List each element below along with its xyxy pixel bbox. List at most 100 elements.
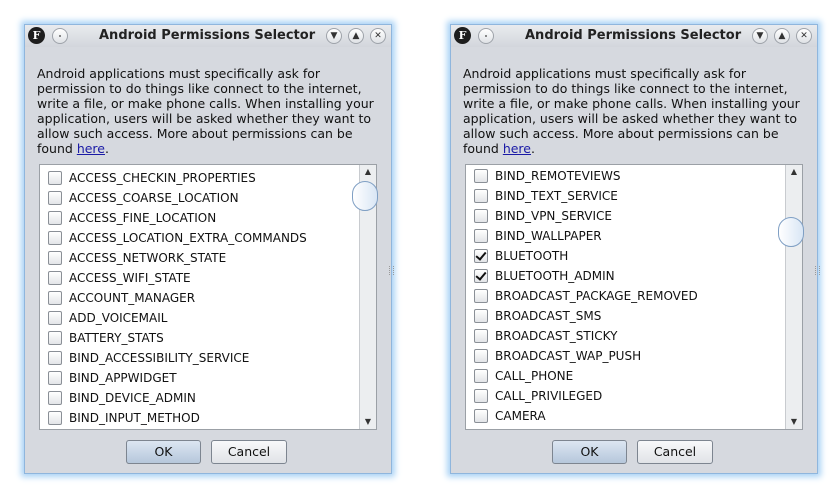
permission-item[interactable]: ACCESS_NETWORK_STATE	[48, 248, 226, 268]
permission-checkbox[interactable]	[48, 211, 62, 225]
permission-item[interactable]: BLUETOOTH_ADMIN	[474, 266, 615, 286]
permission-label: BIND_ACCESSIBILITY_SERVICE	[69, 351, 250, 365]
permission-item[interactable]: ACCESS_CHECKIN_PROPERTIES	[48, 168, 256, 188]
scroll-down-arrow-icon[interactable]: ▼	[360, 415, 376, 429]
scroll-up-arrow-icon[interactable]: ▲	[360, 165, 376, 179]
permission-item[interactable]: CALL_PHONE	[474, 366, 573, 386]
permission-label: BIND_TEXT_SERVICE	[495, 189, 618, 203]
minimize-button[interactable]: ▼	[326, 28, 342, 44]
permission-checkbox[interactable]	[474, 309, 488, 323]
permission-label: BROADCAST_STICKY	[495, 329, 618, 343]
permission-checkbox[interactable]	[474, 249, 488, 263]
scrollbar-thumb[interactable]	[778, 217, 804, 247]
permission-checkbox[interactable]	[48, 391, 62, 405]
permission-label: ACCESS_CHECKIN_PROPERTIES	[69, 171, 256, 185]
permission-item[interactable]: BROADCAST_SMS	[474, 306, 601, 326]
cancel-button[interactable]: Cancel	[211, 440, 287, 464]
permission-label: ACCESS_COARSE_LOCATION	[69, 191, 239, 205]
permission-item[interactable]: ACCESS_FINE_LOCATION	[48, 208, 216, 228]
permission-item[interactable]: BIND_ACCESSIBILITY_SERVICE	[48, 348, 249, 368]
permission-checkbox[interactable]	[474, 389, 488, 403]
permission-checkbox[interactable]	[48, 171, 62, 185]
description-suffix: .	[530, 141, 535, 156]
permission-item[interactable]: BIND_WALLPAPER	[474, 226, 602, 246]
permission-checkbox[interactable]	[48, 411, 62, 425]
permission-item[interactable]: BIND_DEVICE_ADMIN	[48, 388, 196, 408]
permission-checkbox[interactable]	[48, 351, 62, 365]
permission-item[interactable]: BIND_APPWIDGET	[48, 368, 177, 388]
permission-checkbox[interactable]	[474, 329, 488, 343]
permission-label: BROADCAST_PACKAGE_REMOVED	[495, 289, 698, 303]
ok-button[interactable]: OK	[126, 440, 201, 464]
pin-window-button[interactable]	[478, 28, 494, 44]
title-bar[interactable]: F Android Permissions Selector ▼ ▲ ✕	[451, 25, 817, 47]
pin-window-button[interactable]	[52, 28, 68, 44]
permission-item[interactable]: ACCESS_COARSE_LOCATION	[48, 188, 239, 208]
permission-label: ADD_VOICEMAIL	[69, 311, 168, 325]
permission-checkbox[interactable]	[48, 191, 62, 205]
app-logo-icon: F	[454, 27, 471, 44]
scrollbar-thumb[interactable]	[352, 181, 378, 211]
permission-checkbox[interactable]	[474, 269, 488, 283]
close-button[interactable]: ✕	[370, 28, 386, 44]
maximize-button[interactable]: ▲	[774, 28, 790, 44]
title-bar[interactable]: F Android Permissions Selector ▼ ▲ ✕	[25, 25, 391, 47]
scroll-down-arrow-icon[interactable]: ▼	[786, 415, 802, 429]
ok-button[interactable]: OK	[552, 440, 627, 464]
permission-checkbox[interactable]	[474, 369, 488, 383]
permission-item[interactable]: CAMERA	[474, 406, 546, 426]
permission-checkbox[interactable]	[474, 289, 488, 303]
permission-item[interactable]: BIND_VPN_SERVICE	[474, 206, 612, 226]
resize-grip-icon[interactable]	[389, 266, 394, 275]
permission-checkbox[interactable]	[48, 371, 62, 385]
permission-checkbox[interactable]	[48, 231, 62, 245]
permission-item[interactable]: BIND_REMOTEVIEWS	[474, 166, 620, 186]
permissions-description: Android applications must specifically a…	[463, 66, 809, 156]
permission-checkbox[interactable]	[474, 169, 488, 183]
cancel-button[interactable]: Cancel	[637, 440, 713, 464]
permission-item[interactable]: BROADCAST_WAP_PUSH	[474, 346, 641, 366]
permission-label: BIND_APPWIDGET	[69, 371, 177, 385]
permission-item[interactable]: ACCESS_WIFI_STATE	[48, 268, 191, 288]
permission-item[interactable]: ACCESS_LOCATION_EXTRA_COMMANDS	[48, 228, 307, 248]
permission-checkbox[interactable]	[48, 311, 62, 325]
permission-checkbox[interactable]	[48, 271, 62, 285]
permission-checkbox[interactable]	[48, 291, 62, 305]
permission-label: BATTERY_STATS	[69, 331, 164, 345]
vertical-scrollbar[interactable]: ▲ ▼	[352, 165, 378, 429]
permission-item[interactable]: BLUETOOTH	[474, 246, 568, 266]
minimize-button[interactable]: ▼	[752, 28, 768, 44]
permissions-help-link[interactable]: here	[77, 141, 105, 156]
permission-checkbox[interactable]	[474, 209, 488, 223]
permissions-help-link[interactable]: here	[503, 141, 531, 156]
permission-label: BIND_WALLPAPER	[495, 229, 602, 243]
permission-item[interactable]: ACCOUNT_MANAGER	[48, 288, 195, 308]
permission-item[interactable]: ADD_VOICEMAIL	[48, 308, 167, 328]
permission-label: BLUETOOTH	[495, 249, 569, 263]
vertical-scrollbar[interactable]: ▲ ▼	[778, 165, 804, 429]
permission-item[interactable]: BIND_INPUT_METHOD	[48, 408, 200, 428]
close-button[interactable]: ✕	[796, 28, 812, 44]
permission-checkbox[interactable]	[48, 251, 62, 265]
permission-checkbox[interactable]	[474, 349, 488, 363]
maximize-button[interactable]: ▲	[348, 28, 364, 44]
permission-item[interactable]: BROADCAST_PACKAGE_REMOVED	[474, 286, 698, 306]
resize-grip-icon[interactable]	[815, 266, 820, 275]
scroll-up-arrow-icon[interactable]: ▲	[786, 165, 802, 179]
close-icon: ✕	[374, 31, 382, 41]
permissions-list[interactable]: ACCESS_CHECKIN_PROPERTIES ACCESS_COARSE_L…	[39, 164, 378, 430]
permission-checkbox[interactable]	[48, 331, 62, 345]
permission-label: ACCESS_LOCATION_EXTRA_COMMANDS	[69, 231, 307, 245]
permission-item[interactable]: CALL_PRIVILEGED	[474, 386, 602, 406]
permission-checkbox[interactable]	[474, 189, 488, 203]
permission-item[interactable]: BATTERY_STATS	[48, 328, 164, 348]
permissions-list[interactable]: BIND_REMOTEVIEWS BIND_TEXT_SERVICE BIND_VP…	[465, 164, 804, 430]
permission-checkbox[interactable]	[474, 409, 488, 423]
permission-checkbox[interactable]	[474, 229, 488, 243]
permission-label: ACCESS_FINE_LOCATION	[69, 211, 217, 225]
permission-item[interactable]: BIND_TEXT_SERVICE	[474, 186, 618, 206]
permission-item[interactable]: BROADCAST_STICKY	[474, 326, 617, 346]
chevron-down-icon: ▼	[756, 31, 764, 41]
permission-label: BROADCAST_WAP_PUSH	[495, 349, 642, 363]
permissions-list-items: BIND_REMOTEVIEWS BIND_TEXT_SERVICE BIND_VP…	[466, 165, 785, 429]
